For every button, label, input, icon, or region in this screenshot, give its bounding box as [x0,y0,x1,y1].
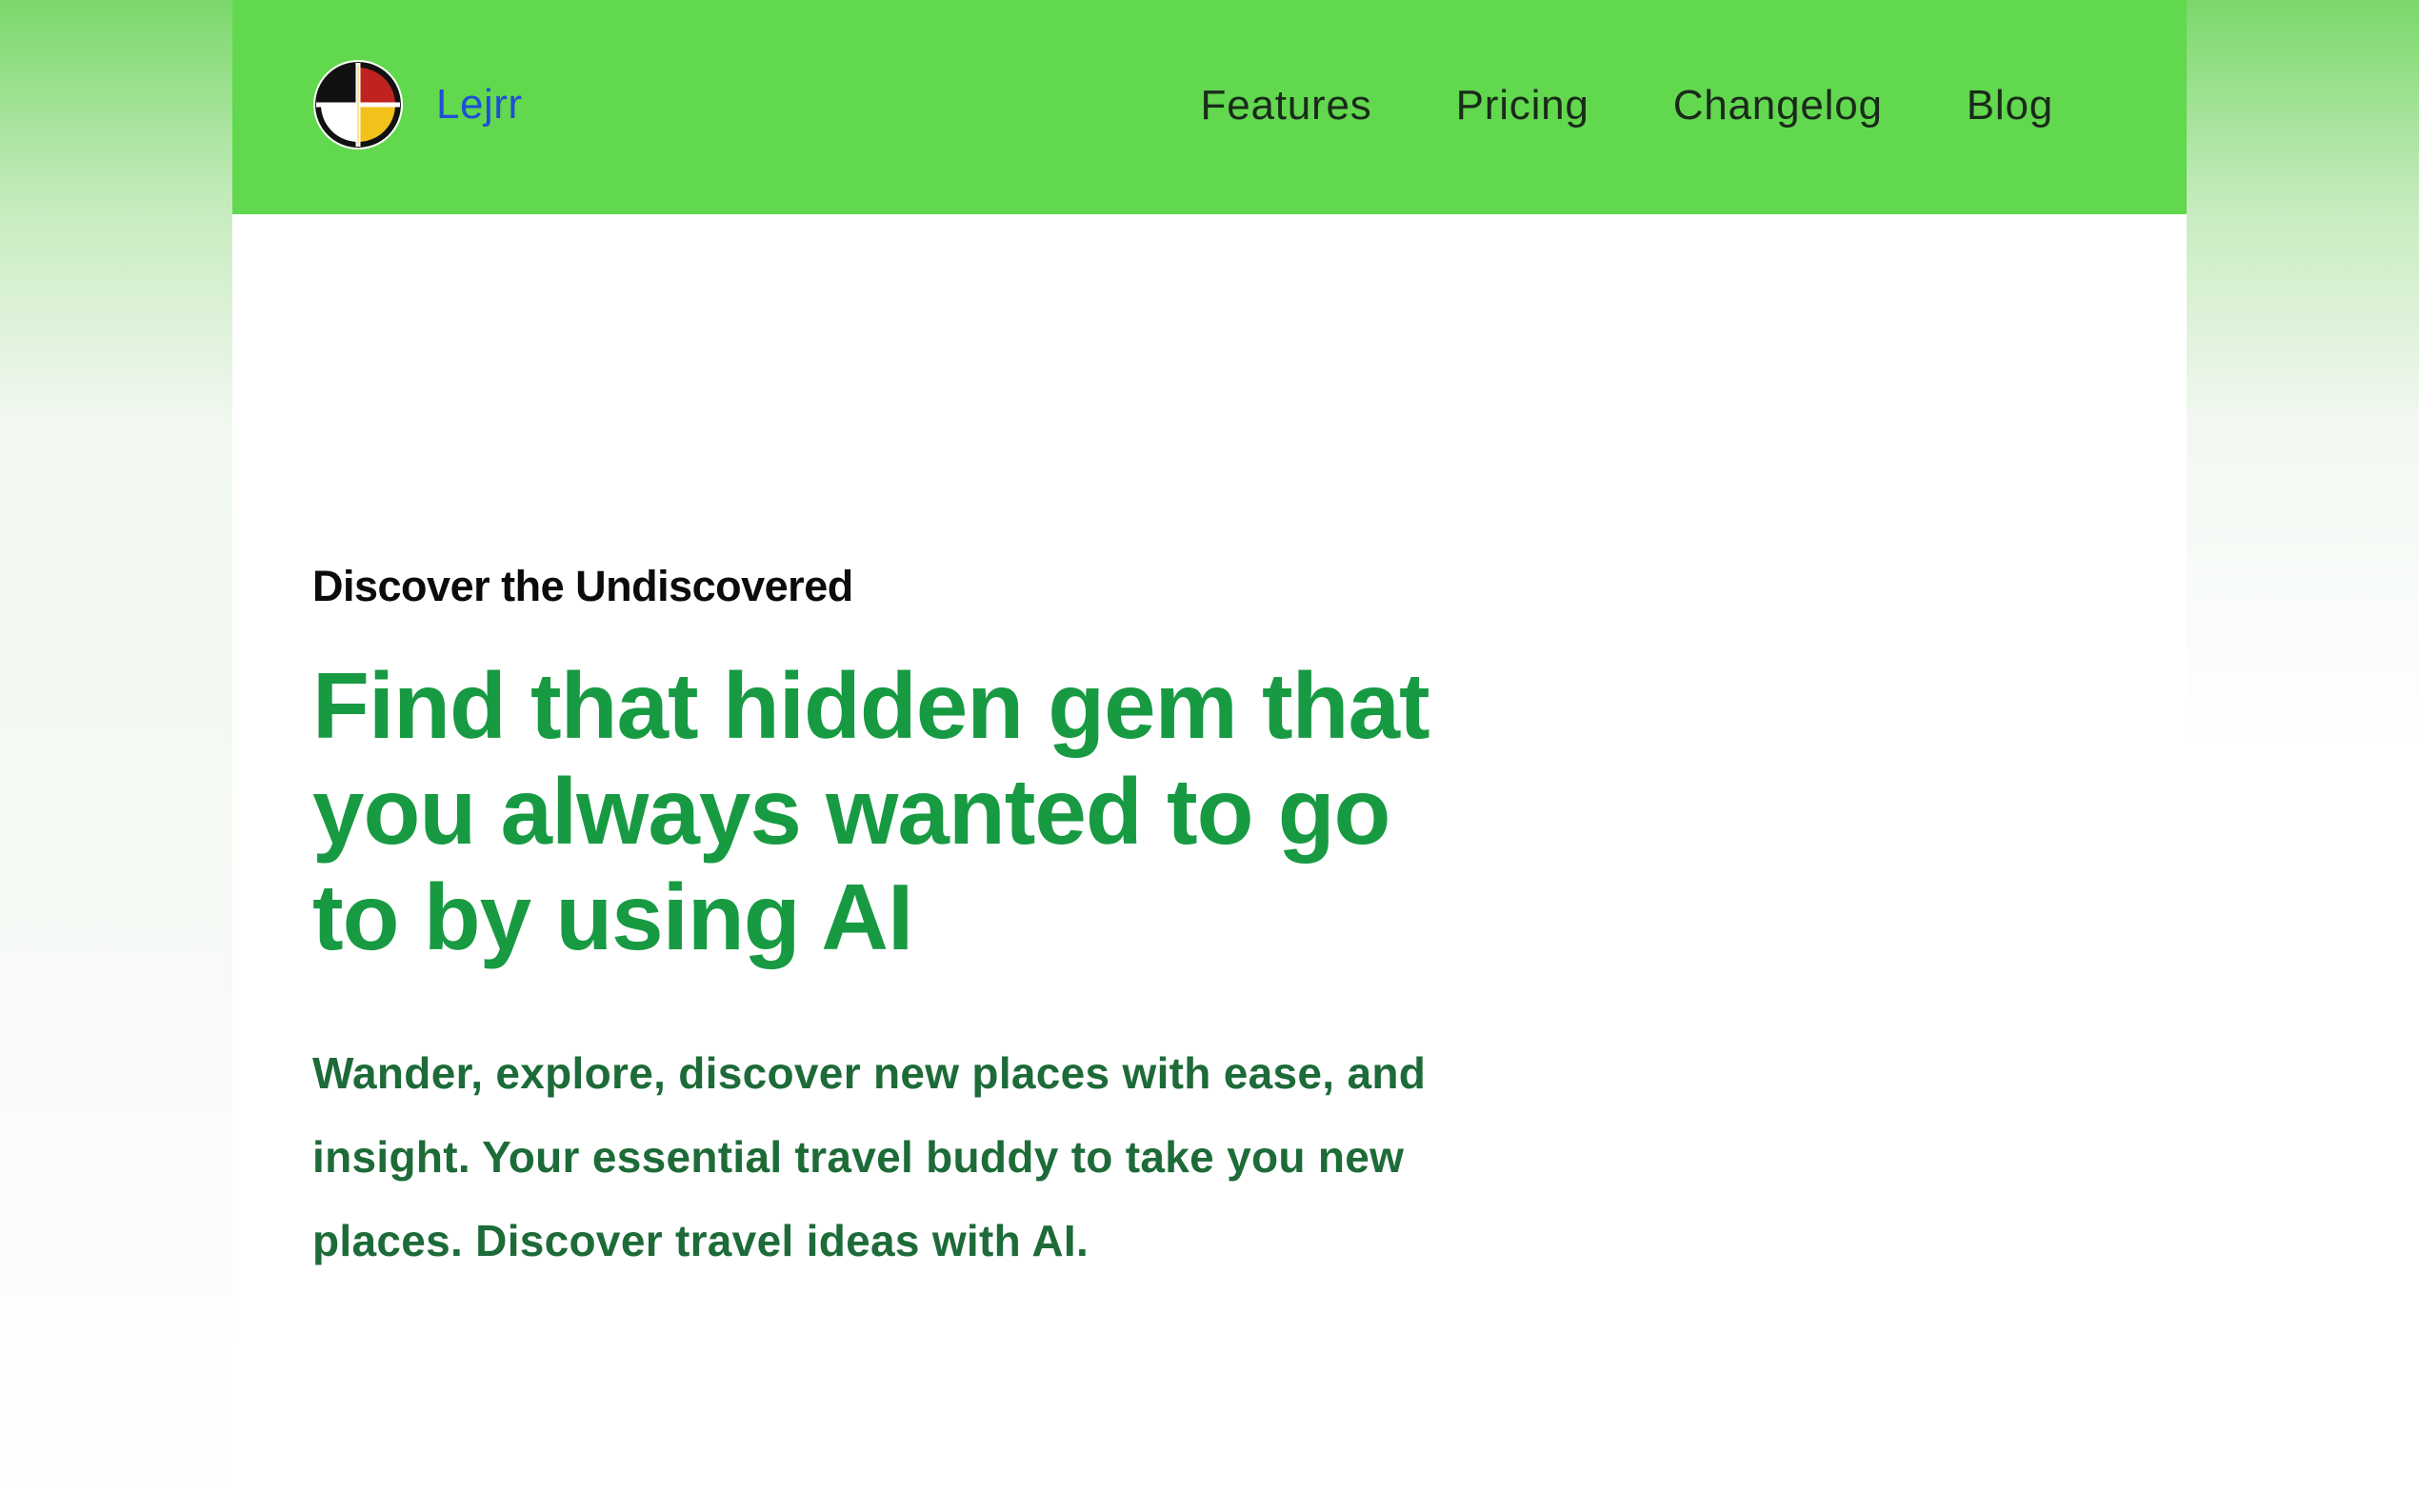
hero-headline: Find that hidden gem that you always wan… [312,653,1430,969]
main-nav: Features Pricing Changelog Blog [1201,76,2053,135]
background-left-gradient [0,0,232,1512]
background-right-gradient [2187,0,2419,1512]
nav-link-features[interactable]: Features [1201,82,1372,129]
hero-subtext: Wander, explore, discover new places wit… [312,1048,1427,1265]
brand-home-link[interactable]: Lejrr [310,57,523,152]
brand-name: Lejrr [436,81,523,128]
nav-link-changelog[interactable]: Changelog [1673,82,1883,129]
top-navbar: Lejrr Features Pricing Changelog Blog [232,0,2187,214]
hero-eyebrow: Discover the Undiscovered [312,562,853,610]
page-container: Lejrr Features Pricing Changelog Blog Di… [232,0,2187,1512]
nav-link-pricing[interactable]: Pricing [1456,82,1589,129]
nav-link-blog[interactable]: Blog [1967,82,2053,129]
medicine-wheel-logo-icon [313,60,403,149]
hero-section: Discover the Undiscovered Find that hidd… [312,562,1503,1283]
